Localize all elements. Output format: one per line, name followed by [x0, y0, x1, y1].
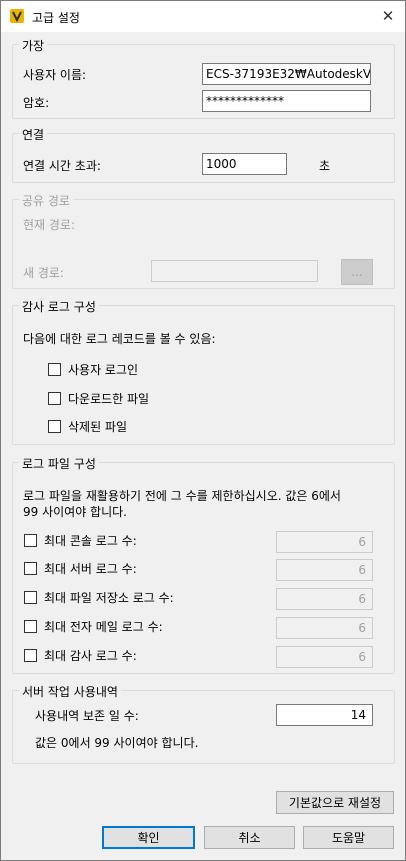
- password-field[interactable]: *************: [202, 90, 371, 112]
- new-path-label: 새 경로:: [23, 266, 64, 280]
- new-path-field[interactable]: [151, 260, 318, 282]
- timeout-label: 연결 시간 초과:: [23, 159, 101, 173]
- window-title: 고급 설정: [32, 11, 80, 25]
- vault-app-icon: [9, 8, 25, 24]
- max-audit-log-label[interactable]: 최대 감사 로그 수:: [44, 647, 137, 664]
- audit-log-description: 다음에 대한 로그 레코드를 볼 수 있음:: [23, 332, 216, 346]
- max-audit-log-field[interactable]: 6: [276, 646, 373, 668]
- max-file-store-log-field[interactable]: 6: [276, 588, 373, 610]
- max-console-log-label[interactable]: 최대 콘솔 로그 수:: [44, 532, 137, 549]
- account-group-title: 가장: [19, 37, 48, 54]
- max-audit-log-checkbox[interactable]: [24, 649, 37, 662]
- max-email-log-checkbox[interactable]: [24, 620, 37, 633]
- timeout-field[interactable]: 1000: [202, 153, 287, 175]
- server-history-group-title: 서버 작업 사용내역: [19, 683, 121, 700]
- max-console-log-checkbox[interactable]: [24, 534, 37, 547]
- audit-downloaded-files-checkbox[interactable]: [48, 392, 61, 405]
- max-server-log-checkbox[interactable]: [24, 562, 37, 575]
- password-label: 암호:: [23, 96, 50, 110]
- username-label: 사용자 이름:: [23, 68, 87, 82]
- max-file-store-log-label[interactable]: 최대 파일 저장소 로그 수:: [44, 589, 174, 606]
- timeout-unit: 초: [319, 159, 331, 173]
- advanced-settings-dialog: 고급 설정 ✕ 가장 사용자 이름: ECS-37193E32₩Autodesk…: [0, 0, 406, 861]
- cancel-button[interactable]: 취소: [204, 826, 295, 849]
- server-history-group: 서버 작업 사용내역: [12, 683, 395, 764]
- connection-group-title: 연결: [19, 126, 48, 143]
- username-field[interactable]: ECS-37193E32₩AutodeskVau: [202, 63, 371, 85]
- retention-days-note: 값은 0에서 99 사이여야 합니다.: [35, 736, 199, 750]
- retention-days-field[interactable]: 14: [276, 704, 373, 726]
- current-path-label: 현재 경로:: [23, 218, 76, 232]
- audit-user-login-checkbox[interactable]: [48, 363, 61, 376]
- max-server-log-field[interactable]: 6: [276, 559, 373, 581]
- close-icon[interactable]: ✕: [371, 1, 405, 31]
- reset-defaults-button[interactable]: 기본값으로 재설정: [276, 791, 394, 814]
- log-file-description-line2: 99 사이여야 합니다.: [23, 505, 127, 519]
- retention-days-label: 사용내역 보존 일 수:: [35, 709, 139, 723]
- audit-log-group-title: 감사 로그 구성: [19, 298, 99, 315]
- log-file-group-title: 로그 파일 구성: [19, 455, 99, 472]
- shared-path-group-title: 공유 경로: [19, 192, 73, 209]
- audit-deleted-files-label[interactable]: 삭제된 파일: [68, 418, 127, 435]
- browse-button[interactable]: ...: [341, 259, 373, 285]
- log-file-description-line1: 로그 파일을 재활용하기 전에 그 수를 제한하십시오. 값은 6에서: [23, 489, 341, 503]
- max-console-log-field[interactable]: 6: [276, 531, 373, 553]
- audit-deleted-files-checkbox[interactable]: [48, 420, 61, 433]
- max-email-log-label[interactable]: 최대 전자 메일 로그 수:: [44, 618, 163, 635]
- max-email-log-field[interactable]: 6: [276, 617, 373, 639]
- max-file-store-log-checkbox[interactable]: [24, 591, 37, 604]
- ok-button[interactable]: 확인: [102, 826, 195, 849]
- audit-downloaded-files-label[interactable]: 다운로드한 파일: [68, 390, 149, 407]
- max-server-log-label[interactable]: 최대 서버 로그 수:: [44, 560, 137, 577]
- title-bar: 고급 설정 ✕: [1, 1, 405, 32]
- audit-user-login-label[interactable]: 사용자 로그인: [68, 361, 138, 378]
- help-button[interactable]: 도움말: [303, 826, 394, 849]
